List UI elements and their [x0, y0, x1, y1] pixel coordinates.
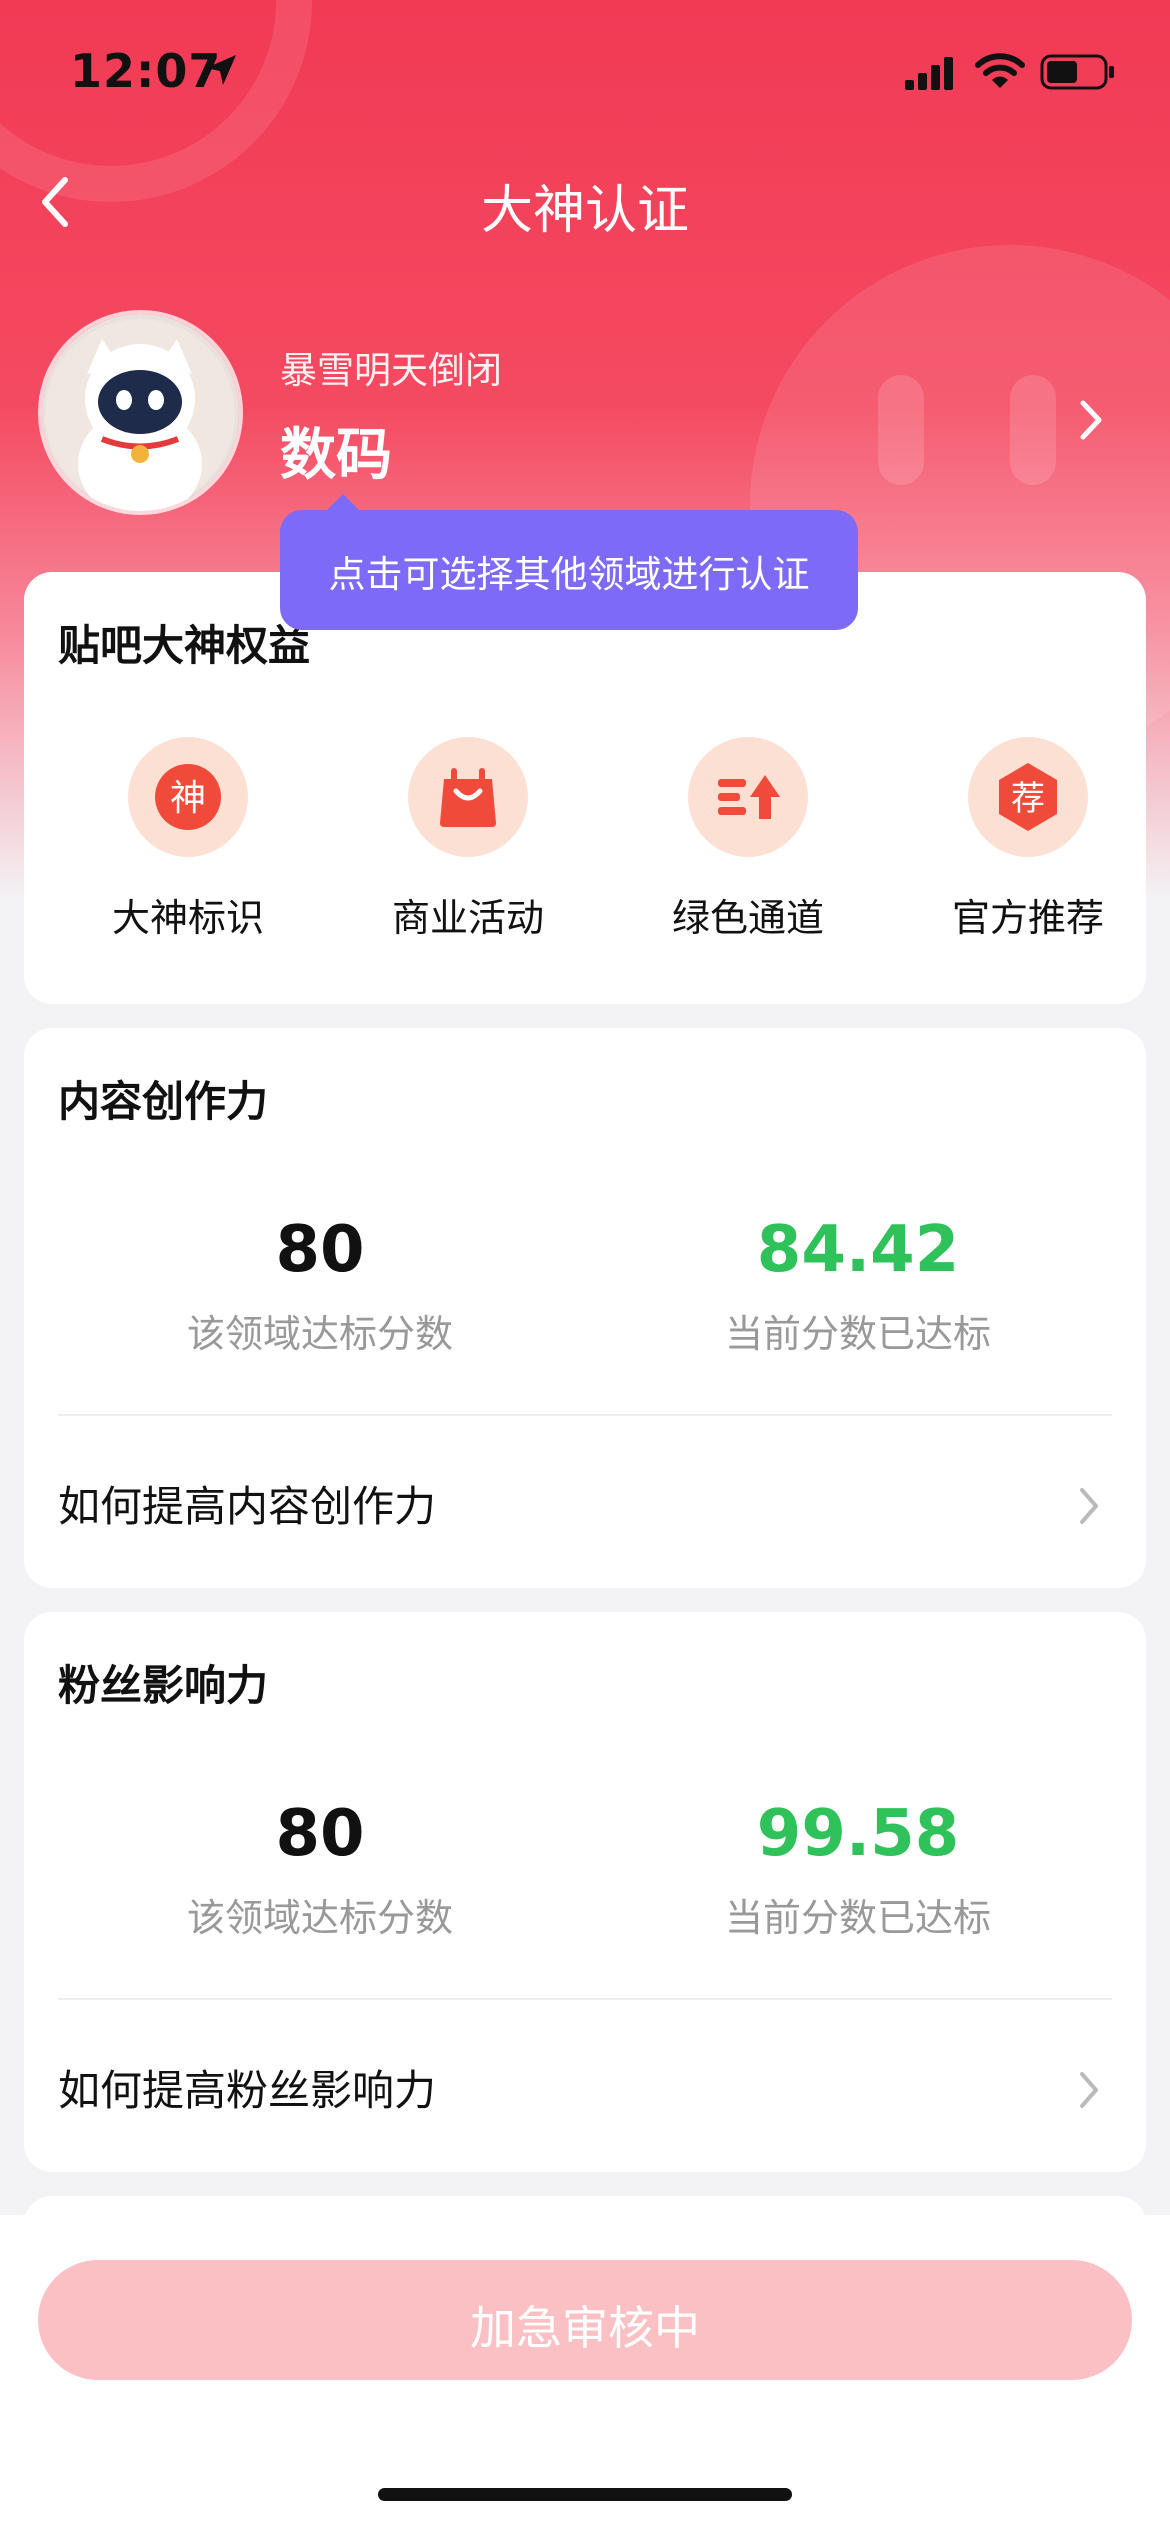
expedite-review-button[interactable]: 加急审核中: [38, 2260, 1132, 2380]
current-score-label: 当前分数已达标: [724, 1896, 991, 1940]
benefit-item-green-channel[interactable]: 绿色通道: [628, 737, 868, 940]
shopping-bag-icon: [440, 768, 496, 827]
location-arrow-icon: [206, 55, 236, 85]
benefits-title: 贴吧大神权益: [58, 621, 311, 670]
tooltip-arrow: [325, 494, 361, 512]
benefit-item-badge[interactable]: 神 大神标识: [68, 737, 308, 940]
expedite-review-label: 加急审核中: [470, 2301, 700, 2355]
benefits-card: 贴吧大神权益 神 大神标识 商业活动 绿色通道 荐 官方推荐: [24, 572, 1146, 1004]
benefit-label: 商业活动: [391, 896, 544, 940]
divider: [58, 1414, 1112, 1416]
benefit-icon-bg: [688, 737, 808, 857]
benefit-label: 官方推荐: [951, 896, 1104, 940]
benefit-item-recommend[interactable]: 荐 官方推荐: [908, 737, 1148, 940]
chevron-right-icon: [1080, 400, 1102, 440]
avatar: [38, 310, 243, 515]
fan-influence-card: 粉丝影响力 80 该领域达标分数 99.58 当前分数已达标 如何提高粉丝影响力: [24, 1612, 1146, 2172]
username: 暴雪明天倒闭: [280, 349, 502, 392]
benefit-icon-bg: 神: [128, 737, 248, 857]
domain-tooltip[interactable]: 点击可选择其他领域进行认证: [280, 494, 858, 630]
benefit-label: 大神标识: [111, 896, 264, 940]
improve-content-link[interactable]: 如何提高内容创作力: [24, 1418, 1146, 1588]
benefit-icon-bg: [408, 737, 528, 857]
chevron-right-icon: [1080, 2072, 1098, 2108]
benefit-label: 绿色通道: [671, 896, 824, 940]
content-creation-title: 内容创作力: [58, 1077, 269, 1126]
divider: [58, 1998, 1112, 2000]
benefit-icon-bg: 荐: [968, 737, 1088, 857]
recommend-badge-icon: 荐: [999, 763, 1057, 831]
benefit-item-business[interactable]: 商业活动: [348, 737, 588, 940]
home-indicator: [378, 2488, 792, 2501]
target-score-label: 该领域达标分数: [186, 1896, 453, 1940]
improve-content-text: 如何提高内容创作力: [58, 1482, 437, 1531]
status-bar: 12:07: [0, 0, 1170, 150]
target-score: 80: [275, 1797, 365, 1871]
wifi-icon: [975, 53, 1025, 88]
cellular-signal-icon: [905, 57, 953, 90]
svg-text:神: 神: [170, 778, 206, 819]
robot-cat-avatar-image: [42, 314, 239, 511]
improve-fans-text: 如何提高粉丝影响力: [58, 2066, 437, 2115]
shen-badge-icon: 神: [155, 764, 221, 830]
certification-domain: 数码: [280, 423, 392, 488]
profile-row[interactable]: 暴雪明天倒闭 数码: [0, 310, 1170, 520]
svg-text:荐: 荐: [1011, 779, 1045, 819]
status-time: 12:07: [70, 44, 222, 98]
chevron-right-icon: [1080, 1488, 1098, 1524]
current-score: 99.58: [756, 1797, 960, 1871]
battery-icon: [1040, 54, 1114, 90]
current-score-label: 当前分数已达标: [724, 1312, 991, 1356]
page-title: 大神认证: [480, 181, 689, 241]
fast-track-icon: [718, 775, 780, 819]
improve-fans-link[interactable]: 如何提高粉丝影响力: [24, 2002, 1146, 2172]
tooltip-text: 点击可选择其他领域进行认证: [328, 553, 810, 596]
fan-influence-title: 粉丝影响力: [58, 1661, 269, 1710]
current-score: 84.42: [756, 1213, 960, 1287]
bottom-action-bar: 加急审核中: [0, 2215, 1170, 2532]
navigation-bar: 大神认证: [0, 150, 1170, 250]
content-creation-card: 内容创作力 80 该领域达标分数 84.42 当前分数已达标 如何提高内容创作力: [24, 1028, 1146, 1588]
target-score-label: 该领域达标分数: [186, 1312, 453, 1356]
target-score: 80: [275, 1213, 365, 1287]
